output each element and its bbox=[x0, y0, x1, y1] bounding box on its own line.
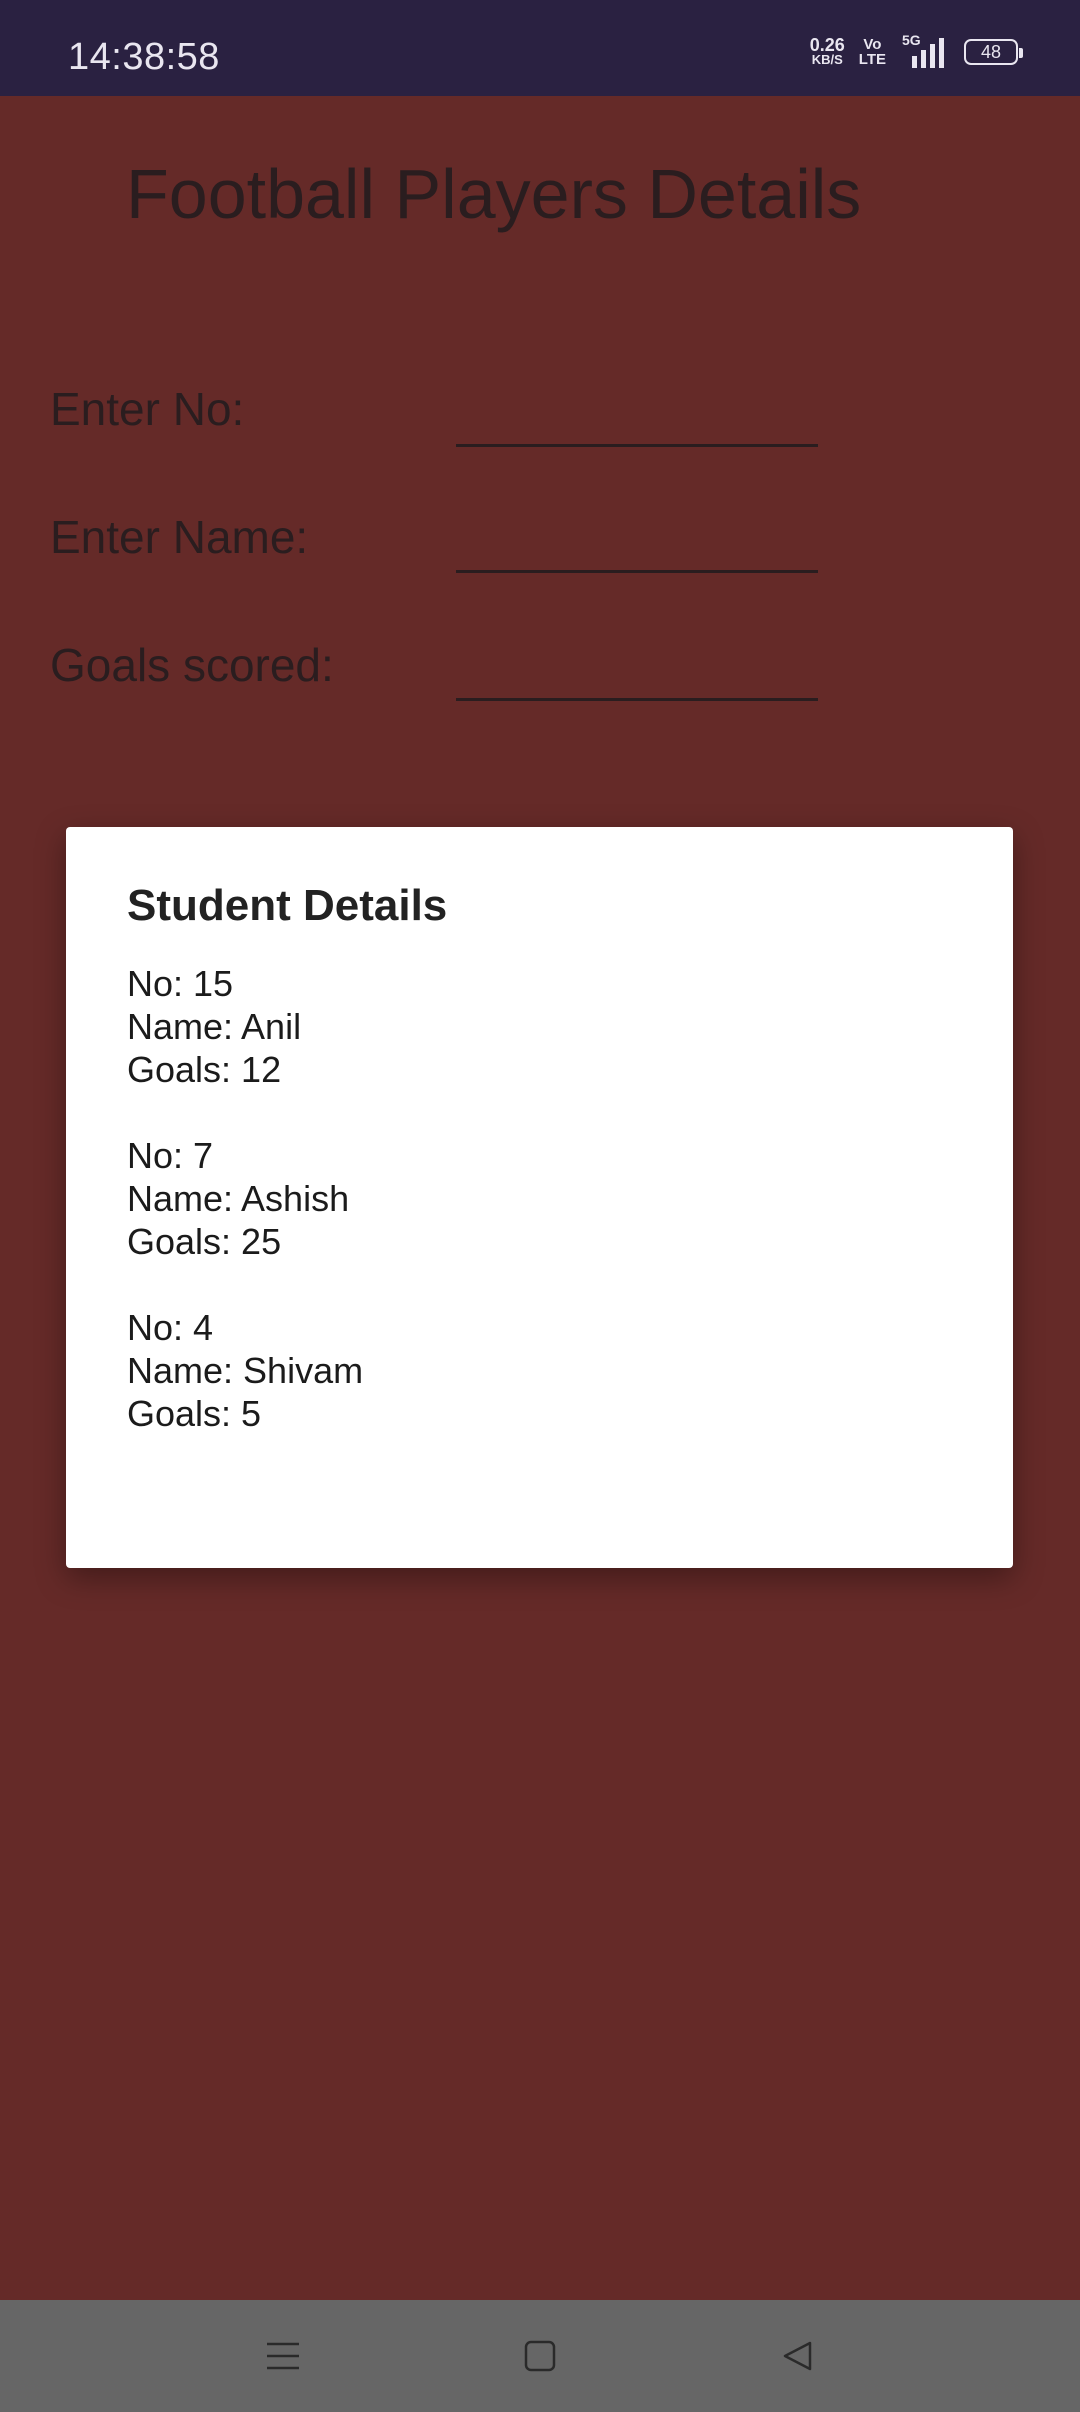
home-icon bbox=[524, 2340, 556, 2372]
navigation-bar bbox=[0, 2300, 1080, 2412]
name-label: Enter Name: bbox=[50, 511, 309, 563]
menu-button[interactable] bbox=[253, 2330, 313, 2382]
volte-bottom-label: LTE bbox=[858, 51, 886, 68]
back-button[interactable] bbox=[767, 2330, 827, 2382]
no-label: Enter No: bbox=[50, 383, 245, 435]
no-input[interactable] bbox=[456, 384, 818, 447]
volte-icon: Vo LTE bbox=[859, 37, 886, 67]
status-bar: 14:38:58 0.26 KB/S Vo LTE 5G 48 bbox=[0, 0, 1080, 96]
name-input[interactable] bbox=[456, 510, 818, 573]
list-item: No: 4 Name: Shivam Goals: 5 bbox=[127, 1306, 363, 1435]
battery-icon: 48 bbox=[964, 39, 1023, 65]
player-goals: Goals: 25 bbox=[127, 1221, 282, 1262]
player-goals: Goals: 5 bbox=[127, 1393, 262, 1434]
student-details-dialog: Student Details No: 15 Name: Anil Goals:… bbox=[66, 827, 1013, 1568]
list-item: No: 15 Name: Anil Goals: 12 bbox=[127, 962, 363, 1091]
status-icons: 0.26 KB/S Vo LTE 5G 48 bbox=[809, 30, 1023, 74]
dialog-body: No: 15 Name: Anil Goals: 12 No: 7 Name: … bbox=[127, 962, 363, 1478]
menu-icon bbox=[267, 2342, 299, 2370]
player-name: Name: Ashish bbox=[127, 1178, 350, 1219]
goals-input[interactable] bbox=[456, 638, 818, 701]
player-name: Name: Shivam bbox=[127, 1350, 364, 1391]
page-title: Football Players Details bbox=[126, 155, 862, 233]
status-time: 14:38:58 bbox=[68, 36, 220, 78]
goals-label: Goals scored: bbox=[50, 639, 334, 691]
battery-level: 48 bbox=[980, 41, 1002, 62]
player-goals: Goals: 12 bbox=[127, 1049, 282, 1090]
signal-bars bbox=[912, 38, 944, 68]
player-number: No: 7 bbox=[127, 1135, 214, 1176]
player-number: No: 15 bbox=[127, 963, 234, 1004]
network-speed-value: 0.26 bbox=[809, 35, 845, 55]
home-button[interactable] bbox=[510, 2330, 570, 2382]
signal-icon: 5G bbox=[900, 32, 950, 72]
player-name: Name: Anil bbox=[127, 1006, 302, 1047]
back-icon bbox=[783, 2341, 812, 2371]
network-speed-indicator: 0.26 KB/S bbox=[809, 35, 845, 67]
player-number: No: 4 bbox=[127, 1307, 214, 1348]
list-item: No: 7 Name: Ashish Goals: 25 bbox=[127, 1134, 363, 1263]
volte-top-label: Vo bbox=[863, 36, 882, 53]
dialog-title: Student Details bbox=[127, 881, 448, 930]
network-speed-unit: KB/S bbox=[811, 52, 843, 67]
